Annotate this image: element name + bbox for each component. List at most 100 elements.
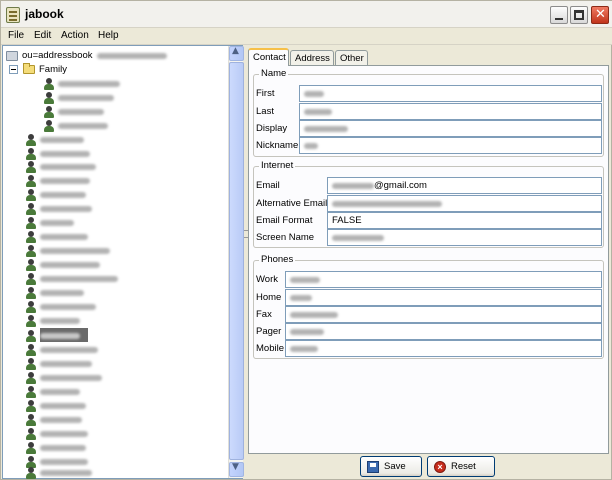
redacted-text — [290, 295, 312, 301]
window-title: jabook — [25, 7, 64, 21]
tree-contact[interactable] — [25, 412, 82, 427]
tree-contact[interactable] — [25, 257, 100, 272]
contact-icon — [25, 441, 37, 454]
display-name-field[interactable] — [299, 120, 602, 137]
redacted-text — [40, 136, 84, 143]
save-label: Save — [384, 461, 406, 472]
redacted-text — [40, 416, 82, 423]
redacted-text — [304, 126, 348, 132]
collapse-toggle-icon[interactable] — [9, 65, 18, 74]
menu-action[interactable]: Action — [61, 30, 89, 41]
home-phone-field[interactable] — [285, 289, 602, 306]
tree-contact[interactable] — [25, 201, 92, 216]
redacted-text — [40, 219, 74, 226]
contact-icon — [25, 202, 37, 215]
reset-button[interactable]: × Reset — [427, 456, 495, 477]
tree-folder-label: Family — [39, 64, 67, 75]
scroll-thumb[interactable] — [229, 62, 244, 460]
email-format-field[interactable]: FALSE — [327, 212, 602, 229]
internet-group: Internet Email @gmail.com Alternative Em… — [253, 160, 604, 248]
tree-contact[interactable] — [25, 271, 118, 286]
redacted-text — [332, 201, 442, 207]
pager-row: Pager — [254, 323, 603, 340]
tab-address[interactable]: Address — [290, 50, 334, 65]
minimize-icon — [555, 18, 563, 20]
tree-contact[interactable] — [25, 342, 98, 357]
tree-contact[interactable] — [25, 243, 110, 258]
contact-tree[interactable]: ou=addressbook Family ▲ ▼ — [2, 45, 244, 480]
redacted-text — [40, 332, 80, 339]
first-name-row: First — [254, 85, 603, 102]
tree-folder-family[interactable]: Family — [9, 62, 67, 77]
email-field[interactable]: @gmail.com — [327, 177, 602, 194]
scroll-down-button[interactable]: ▼ — [229, 462, 244, 477]
contact-icon — [25, 188, 37, 201]
close-button[interactable]: ✕ — [591, 6, 609, 24]
arrow-down-icon: ▼ — [232, 462, 239, 472]
save-button[interactable]: Save — [360, 456, 422, 477]
tree-contact[interactable] — [25, 215, 74, 230]
tree-contact[interactable] — [25, 229, 88, 244]
nickname-field[interactable] — [299, 137, 602, 154]
tree-contact[interactable] — [25, 285, 84, 300]
menu-edit[interactable]: Edit — [34, 30, 51, 41]
tree-contact[interactable] — [43, 118, 108, 133]
redacted-text — [40, 163, 96, 170]
contact-icon — [25, 258, 37, 271]
redacted-text — [58, 80, 120, 87]
tree-contact[interactable] — [25, 159, 96, 174]
tree-contact[interactable] — [43, 90, 114, 105]
tree-contact[interactable] — [43, 76, 120, 91]
contact-icon — [25, 329, 37, 342]
tree-contact[interactable] — [25, 384, 80, 399]
contact-icon — [25, 133, 37, 146]
tree-contact[interactable] — [25, 465, 92, 480]
tree-contact[interactable] — [25, 173, 90, 188]
last-name-field[interactable] — [299, 103, 602, 120]
group-legend: Internet — [259, 160, 296, 171]
tree-contact[interactable] — [25, 313, 80, 328]
tree-contact[interactable] — [25, 440, 86, 455]
menu-file[interactable]: File — [8, 30, 24, 41]
mobile-field[interactable] — [285, 340, 602, 357]
home-phone-row: Home — [254, 289, 603, 306]
tree-contact-selected[interactable] — [25, 328, 80, 343]
tree-contact[interactable] — [25, 132, 84, 147]
fax-field[interactable] — [285, 306, 602, 323]
redacted-text — [58, 94, 114, 101]
tree-scrollbar[interactable]: ▲ ▼ — [228, 46, 244, 478]
cancel-icon: × — [434, 460, 446, 473]
scroll-up-button[interactable]: ▲ — [229, 46, 244, 61]
tree-contact[interactable] — [25, 299, 96, 314]
app-icon — [6, 7, 20, 23]
last-name-row: Last — [254, 103, 603, 120]
redacted-text — [40, 402, 86, 409]
maximize-button[interactable] — [570, 6, 588, 24]
first-name-field[interactable] — [299, 85, 602, 102]
group-legend: Name — [259, 68, 289, 79]
work-phone-field[interactable] — [285, 271, 602, 288]
redacted-text — [332, 183, 374, 189]
maximize-icon — [574, 10, 584, 20]
screen-name-field[interactable] — [327, 229, 602, 246]
minimize-button[interactable] — [550, 6, 568, 24]
tab-other[interactable]: Other — [335, 50, 368, 65]
contact-icon — [25, 216, 37, 229]
redacted-text — [332, 235, 384, 241]
redacted-text — [40, 317, 80, 324]
tree-contact[interactable] — [25, 426, 88, 441]
field-label: Email — [256, 180, 280, 191]
tree-contact[interactable] — [25, 356, 92, 371]
menu-help[interactable]: Help — [98, 30, 119, 41]
tree-contact[interactable] — [25, 398, 86, 413]
alternative-email-field[interactable] — [327, 195, 602, 212]
contact-icon — [25, 160, 37, 173]
tree-contact[interactable] — [25, 187, 86, 202]
redacted-text — [40, 360, 92, 367]
tree-root[interactable]: ou=addressbook — [6, 48, 167, 63]
contact-icon — [43, 77, 55, 90]
tree-contact[interactable] — [25, 370, 102, 385]
tab-contact[interactable]: Contact — [248, 48, 289, 66]
pager-field[interactable] — [285, 323, 602, 340]
tree-contact[interactable] — [43, 104, 104, 119]
